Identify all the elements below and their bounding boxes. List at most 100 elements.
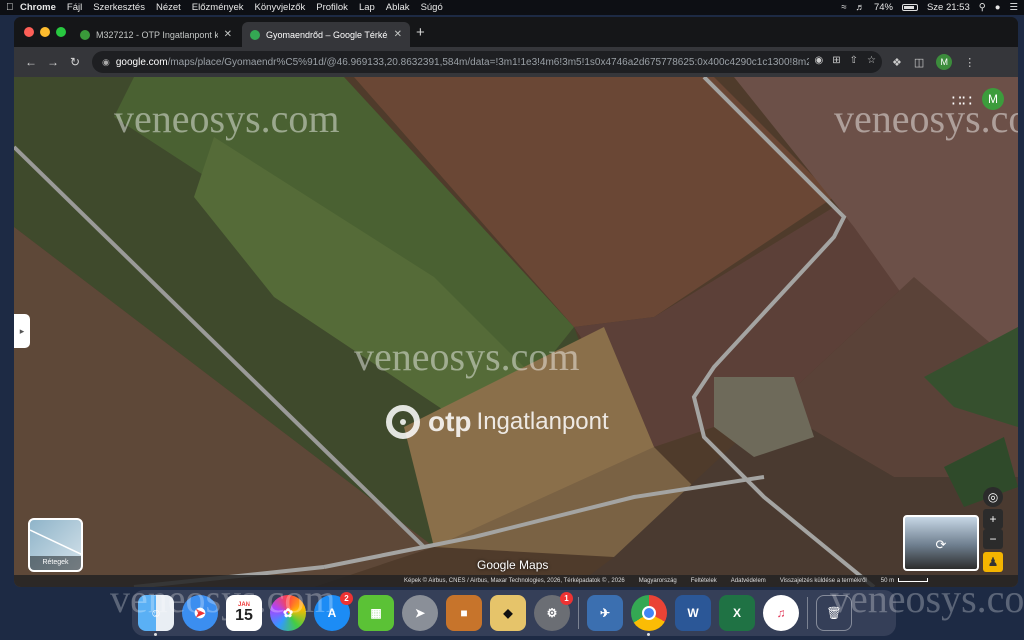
layers-button[interactable]: Rétegek <box>28 518 83 572</box>
maps-profile-avatar[interactable]: M <box>982 88 1004 110</box>
chrome-icon <box>642 606 656 620</box>
dock-excel[interactable]: X <box>719 595 755 631</box>
close-tab-icon[interactable]: ✕ <box>394 29 402 40</box>
watermark: veneosys.com <box>354 334 580 379</box>
dock-map-app[interactable]: ◆ <box>490 595 526 631</box>
tab-title: Gyomaendrőd – Google Térkép <box>266 29 388 40</box>
close-window-button[interactable] <box>24 27 34 37</box>
new-tab-button[interactable]: + <box>416 24 425 41</box>
google-lens-icon[interactable]: ◉ <box>815 55 824 66</box>
toolbar-actions: ❖ ◫ M ⋮ <box>892 54 975 70</box>
status-area: ≈ ♬ 74% Sze 21:53 ⚲ ● ☰ <box>841 2 1018 13</box>
apple-icon[interactable]:  <box>6 2 20 13</box>
rocket-icon: ➤ <box>414 606 426 620</box>
maps-favicon-icon <box>250 29 260 40</box>
watermark: veneosys.com <box>110 576 336 621</box>
dock-word[interactable]: W <box>675 595 711 631</box>
privacy-link[interactable]: Adatvédelem <box>731 578 766 584</box>
settings-badge: 1 <box>560 592 573 605</box>
menu-bookmarks[interactable]: Könyvjelzők <box>255 2 306 13</box>
chrome-menu-icon[interactable]: ⋮ <box>964 56 975 69</box>
tab-strip: M327212 - OTP Ingatlanpont k ✕ Gyomaendr… <box>14 17 1018 47</box>
minimize-window-button[interactable] <box>40 27 50 37</box>
menu-view[interactable]: Nézet <box>156 2 181 13</box>
menu-bar:  Chrome Fájl Szerkesztés Nézet Előzmény… <box>0 0 1024 15</box>
menu-edit[interactable]: Szerkesztés <box>93 2 145 13</box>
satellite-imagery <box>14 77 1018 587</box>
address-bar[interactable]: ◉ google.com/maps/place/Gyomaendr%C5%91d… <box>92 51 882 73</box>
url-path: /maps/place/Gyomaendr%C5%91d/@46.969133,… <box>167 56 815 68</box>
clock[interactable]: Sze 21:53 <box>927 2 970 13</box>
menu-tab[interactable]: Lap <box>359 2 375 13</box>
zoom-window-button[interactable] <box>56 27 66 37</box>
watermark: veneosys.com <box>114 96 340 141</box>
dock-launchpad[interactable]: ➤ <box>402 595 438 631</box>
zoom-in-icon[interactable]: + <box>983 509 1003 529</box>
map-preview-icon <box>30 529 81 555</box>
share-icon[interactable]: ⇧ <box>850 55 858 66</box>
otp-ingatlanpont-logo: otp Ingatlanpont <box>386 405 609 439</box>
battery-icon[interactable] <box>901 4 918 11</box>
terms-link[interactable]: Feltételek <box>691 578 717 584</box>
back-icon[interactable]: ← <box>20 55 42 69</box>
omnibox-actions: ◉ ⊞ ⇧ ☆ <box>808 55 876 66</box>
layers-label: Rétegek <box>30 556 81 570</box>
browser-window: M327212 - OTP Ingatlanpont k ✕ Gyomaendr… <box>14 17 1018 587</box>
apps-grid-icon[interactable]: ∷∷ <box>952 91 972 111</box>
word-icon: W <box>687 606 699 620</box>
pegman-icon[interactable]: ♟ <box>983 552 1003 572</box>
forward-icon[interactable]: → <box>42 55 64 69</box>
reload-icon[interactable]: ↻ <box>64 55 86 69</box>
battery-percent: 74% <box>873 2 893 13</box>
otp-logo-bold: otp <box>428 406 472 437</box>
otp-logo-text: Ingatlanpont <box>476 408 609 435</box>
music-note-icon: ♫ <box>776 606 786 620</box>
excel-icon: X <box>732 606 741 620</box>
country-link[interactable]: Magyarország <box>639 578 677 584</box>
dock-numbers[interactable]: ▦ <box>358 595 394 631</box>
menu-profiles[interactable]: Profilok <box>316 2 348 13</box>
control-center-icon[interactable]: ☰ <box>1009 2 1018 13</box>
close-tab-icon[interactable]: ✕ <box>224 29 232 40</box>
dock-preview[interactable]: ✈ <box>587 595 623 631</box>
lock-icon[interactable]: ◉ <box>102 57 110 68</box>
tab-google-maps[interactable]: Gyomaendrőd – Google Térkép ✕ <box>242 22 410 47</box>
rotate-360-icon: ⟳ <box>935 537 947 552</box>
wifi-icon[interactable]: ≈ <box>841 2 846 13</box>
menu-file[interactable]: Fájl <box>67 2 82 13</box>
otp-logo-icon <box>386 405 420 439</box>
zoom-out-icon[interactable]: − <box>983 529 1003 549</box>
satellite-map[interactable]: veneosys.com veneosys.com veneosys.com o… <box>14 77 1018 587</box>
search-icon[interactable]: ⚲ <box>979 2 986 13</box>
app-store-badge: 2 <box>340 592 353 605</box>
volume-icon[interactable]: ♬ <box>855 2 865 13</box>
extensions-icon[interactable]: ❖ <box>892 56 902 69</box>
siri-icon[interactable]: ● <box>995 2 1001 13</box>
bookmark-star-icon[interactable]: ☆ <box>867 55 876 66</box>
otp-favicon-icon <box>80 29 90 40</box>
watermark: veneosys.com <box>830 576 1024 621</box>
menu-window[interactable]: Ablak <box>386 2 410 13</box>
dock-music[interactable]: ♫ <box>763 595 799 631</box>
menu-help[interactable]: Súgó <box>421 2 443 13</box>
dock-game-app[interactable]: ■ <box>446 595 482 631</box>
zip-archive-icon: ▦ <box>370 606 382 620</box>
dock-separator <box>578 597 579 629</box>
url-host: google.com <box>115 56 168 68</box>
dock-chrome[interactable] <box>631 595 667 636</box>
preview-icon: ✈ <box>599 606 611 620</box>
menu-app-chrome[interactable]: Chrome <box>20 2 56 13</box>
tab-otp[interactable]: M327212 - OTP Ingatlanpont k ✕ <box>72 22 240 47</box>
game-box-icon: ■ <box>460 606 468 620</box>
dock-system-settings[interactable]: ⚙ 1 <box>534 592 573 631</box>
side-panel-icon[interactable]: ◫ <box>914 56 924 69</box>
google-maps-logo: Google Maps <box>477 558 549 572</box>
locate-icon[interactable]: ◎ <box>983 487 1003 507</box>
profile-avatar[interactable]: M <box>936 54 953 70</box>
map-shape-icon: ◆ <box>503 606 513 620</box>
expand-side-panel-button[interactable]: ▸ <box>14 314 30 348</box>
install-app-icon[interactable]: ⊞ <box>832 55 840 66</box>
tab-title: M327212 - OTP Ingatlanpont k <box>96 29 218 40</box>
street-view-preview[interactable]: ⟳ <box>903 515 979 571</box>
menu-history[interactable]: Előzmények <box>192 2 244 13</box>
